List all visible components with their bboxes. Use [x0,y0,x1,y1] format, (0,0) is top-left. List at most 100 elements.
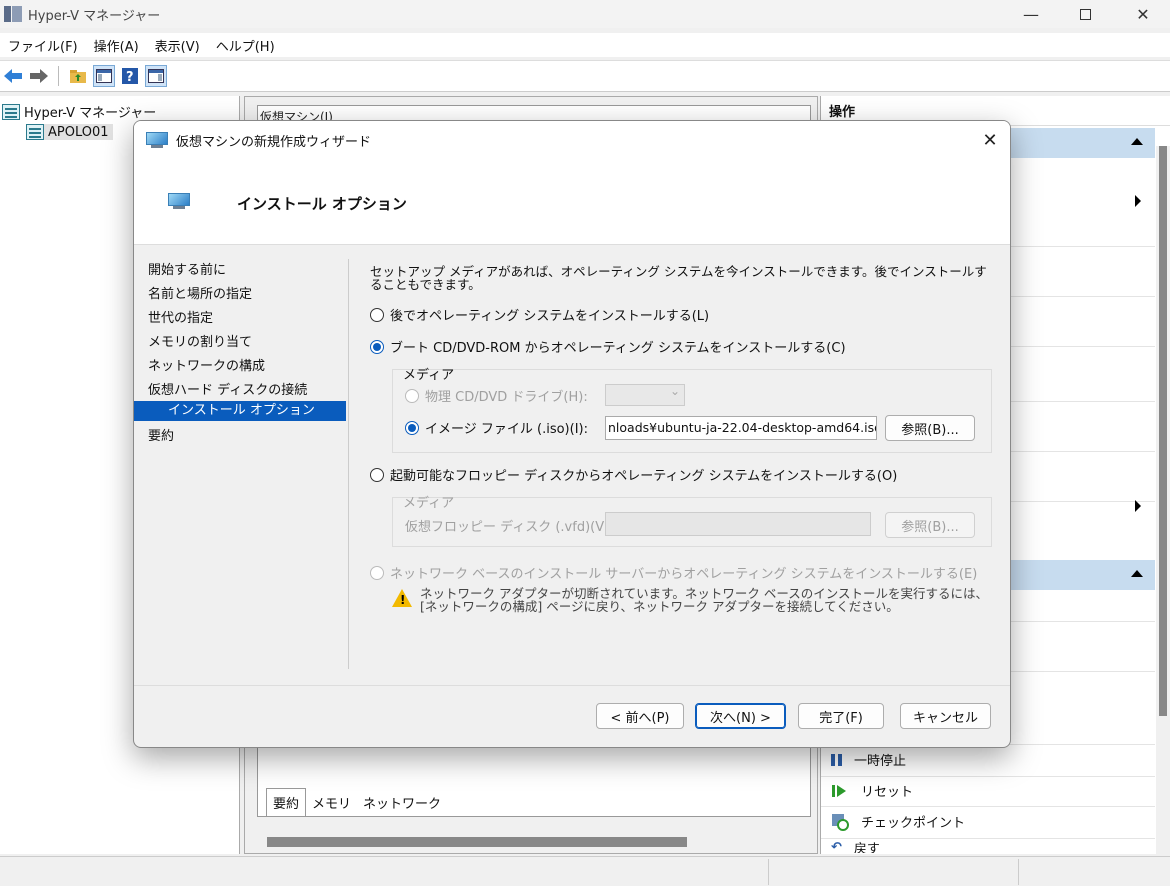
back-arrow-icon [4,69,22,83]
option-install-from-floppy[interactable]: 起動可能なフロッピー ディスクからオペレーティング システムをインストールする(… [370,465,897,484]
footer-divider [134,685,1010,686]
horizontal-scrollbar[interactable] [257,835,811,849]
radio-install-later[interactable] [370,307,384,322]
option-physical-drive: 物理 CD/DVD ドライブ(H): [405,386,588,405]
next-button[interactable]: 次へ(N) > [695,703,786,729]
action-row-divider [821,838,1155,839]
menu-action[interactable]: 操作(A) [86,36,147,55]
physical-drive-select [605,384,685,406]
action-revert-label: 戻す [853,841,880,854]
status-bar [0,856,1170,886]
action-pause[interactable]: 一時停止 [831,750,906,769]
maximize-button[interactable] [1058,0,1112,28]
scrollbar-thumb[interactable] [1159,146,1167,716]
step-before-you-begin[interactable]: 開始する前に [148,259,226,278]
action-checkpoint-label: チェックポイント [861,816,966,831]
forward-arrow-icon [30,69,48,83]
radio-install-from-floppy[interactable] [370,467,384,482]
action-revert[interactable]: ↶ 戻す [831,841,880,853]
browse-iso-button[interactable]: 参照(B)... [885,415,975,441]
tree-item-server[interactable]: APOLO01 [26,124,113,140]
console-tree-icon [96,69,112,83]
menu-help[interactable]: ヘルプ(H) [208,36,283,55]
maximize-icon [1079,8,1091,20]
page-monitor-icon [168,193,190,209]
help-button[interactable]: ? [119,65,141,87]
tree-server-label: APOLO01 [48,124,109,140]
close-icon: ✕ [982,129,998,151]
radio-install-from-cd[interactable] [370,339,384,354]
menu-view[interactable]: 表示(V) [147,36,208,55]
tab-memory[interactable]: メモリ [306,789,357,816]
action-reset[interactable]: リセット [831,781,913,800]
action-reset-label: リセット [861,785,914,800]
action-checkpoint[interactable]: チェックポイント [831,812,965,831]
radio-image-file[interactable] [405,420,419,435]
menu-file[interactable]: ファイル(F) [0,36,86,55]
nav-divider [348,259,349,669]
floppy-path-input [605,512,871,536]
show-hide-action-pane-button[interactable] [145,65,167,87]
option-image-file[interactable]: イメージ ファイル (.iso)(I): [405,418,588,437]
svg-text:?: ? [126,70,134,84]
browse-vfd-button: 参照(B)... [885,512,975,538]
hyperv-manager-icon [2,103,20,120]
tree-item-hyperv-manager[interactable]: Hyper-V マネージャー [2,102,156,121]
submenu-arrow-icon[interactable] [1135,500,1141,512]
warning-icon: ! [392,589,412,607]
window-titlebar: Hyper-V マネージャー — ✕ [0,0,1170,28]
close-window-button[interactable]: ✕ [1116,0,1170,28]
step-name-location[interactable]: 名前と場所の指定 [148,283,252,302]
action-row-divider [821,776,1155,777]
step-installation-options[interactable]: インストール オプション [134,401,346,421]
dialog-title: 仮想マシンの新規作成ウィザード [176,134,372,150]
step-network[interactable]: ネットワークの構成 [148,355,265,374]
status-segment [1018,859,1170,885]
tree-root-label: Hyper-V マネージャー [24,106,157,121]
hyperv-app-icon [4,6,22,22]
window-title: Hyper-V マネージャー [28,8,161,24]
page-heading: インストール オプション [237,195,407,213]
minimize-button[interactable]: — [1004,0,1058,28]
step-virtual-hard-disk[interactable]: 仮想ハード ディスクの接続 [148,379,307,398]
tab-network[interactable]: ネットワーク [357,789,447,816]
previous-button[interactable]: < 前へ(P) [596,703,684,729]
step-generation[interactable]: 世代の指定 [148,307,213,326]
step-memory[interactable]: メモリの割り当て [148,331,252,350]
action-pause-label: 一時停止 [854,754,907,769]
action-pane-scrollbar[interactable] [1156,146,1170,866]
show-hide-tree-button[interactable] [93,65,115,87]
server-icon [26,124,44,140]
forward-button[interactable] [28,65,50,87]
wizard-content: セットアップ メディアがあれば、オペレーティング システムを今インストールできま… [370,259,998,679]
scrollbar-thumb[interactable] [267,837,687,847]
submenu-arrow-icon[interactable] [1135,195,1141,207]
wizard-header: インストール オプション [134,159,1010,245]
close-icon: ✕ [1136,4,1150,24]
floppy-media-group: メディア 仮想フロッピー ディスク (.vfd)(V): 参照(B)... [392,496,992,547]
status-segment [768,859,1018,885]
toolbar-separator [58,66,59,86]
option-install-later[interactable]: 後でオペレーティング システムをインストールする(L) [370,305,709,324]
dialog-close-button[interactable]: ✕ [976,126,1004,154]
image-path-input[interactable]: nloads¥ubuntu-ja-22.04-desktop-amd64.iso [605,416,877,440]
option-install-later-label: 後でオペレーティング システムをインストールする(L) [390,309,710,324]
option-install-from-cd[interactable]: ブート CD/DVD-ROM からオペレーティング システムをインストールする(… [370,337,846,356]
collapse-icon [1131,138,1143,145]
physical-drive-label: 物理 CD/DVD ドライブ(H): [425,390,588,405]
radio-physical-drive [405,388,419,403]
step-summary[interactable]: 要約 [148,425,174,444]
tab-summary[interactable]: 要約 [266,788,307,816]
cancel-button[interactable]: キャンセル [900,703,991,729]
description-text: セットアップ メディアがあれば、オペレーティング システムを今インストールできま… [370,264,987,292]
up-folder-button[interactable] [67,65,89,87]
wizard-monitor-icon [146,132,168,148]
option-install-from-cd-label: ブート CD/DVD-ROM からオペレーティング システムをインストールする(… [390,341,846,356]
back-button[interactable] [2,65,24,87]
wizard-step-nav: 開始する前に 名前と場所の指定 世代の指定 メモリの割り当て ネットワークの構成… [134,255,348,675]
collapse-icon [1131,570,1143,577]
minimize-icon: — [1023,4,1039,24]
finish-button[interactable]: 完了(F) [798,703,884,729]
option-install-from-network: ネットワーク ベースのインストール サーバーからオペレーティング システムをイン… [370,563,977,582]
floppy-file-label: 仮想フロッピー ディスク (.vfd)(V): [405,520,614,535]
